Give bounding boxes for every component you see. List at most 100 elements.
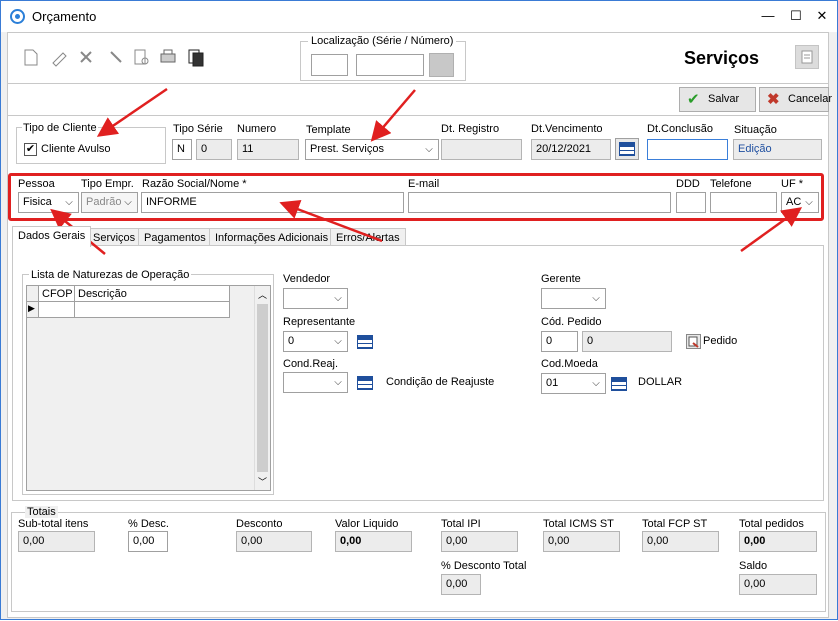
cod-pedido-input-a[interactable]: 0 [541,331,578,352]
cut-icon[interactable] [110,51,122,63]
cod-moeda-value: 01 [546,377,559,389]
saldo-label: Saldo [739,560,768,572]
template-select[interactable]: Prest. Serviços ⌵ [305,139,439,160]
naturezas-label: Lista de Naturezas de Operação [29,269,192,281]
dt-vencimento-input[interactable]: 20/12/2021 [531,139,611,160]
vendedor-label: Vendedor [283,273,331,285]
condicao-reajuste-text: Condição de Reajuste [386,376,495,388]
cod-pedido-label: Cód. Pedido [541,316,602,328]
print-icon[interactable] [160,49,176,63]
pct-desc-label: % Desc. [128,518,169,530]
settings-icon[interactable] [795,45,819,69]
total-ipi-input[interactable]: 0,00 [441,531,518,552]
app-icon [10,9,25,24]
toolbar-panel: Localização (Série / Número) Serviços [7,32,829,84]
cancel-label: Cancelar [788,93,833,105]
save-button[interactable]: ✔ Salvar [679,87,756,112]
toolbar-icons [24,49,204,67]
chevron-down-icon: ⌵ [334,293,342,304]
representante-value: 0 [288,335,295,347]
preview-icon[interactable] [134,49,149,65]
saldo-input[interactable]: 0,00 [739,574,817,595]
action-bar: ✔ Salvar ✖ Cancelar [7,84,833,116]
cliente-avulso-label: Cliente Avulso [41,143,111,155]
copy-icon[interactable] [188,49,204,67]
calendar-icon [619,142,635,156]
cliente-avulso-checkbox[interactable]: ✔ [24,143,37,156]
dt-registro-input[interactable] [441,139,522,160]
desconto-label: Desconto [236,518,283,530]
save-label: Salvar [708,93,740,105]
localizacao-serie-input[interactable] [311,54,348,76]
total-pedidos-label: Total pedidos [739,518,804,530]
scroll-up-icon[interactable]: ︿ [256,288,269,300]
dt-vencimento-label: Dt.Vencimento [531,123,603,135]
representante-select[interactable]: 0 ⌵ [283,331,348,352]
pct-desc-input[interactable]: 0,00 [128,531,168,552]
chevron-down-icon: ⌵ [334,336,342,347]
edit-icon[interactable] [52,52,67,67]
grid-cell-descricao[interactable] [75,302,230,318]
dt-conclusao-input[interactable] [647,139,728,160]
delete-icon[interactable] [80,51,92,63]
tab-erros-alertas[interactable]: Erros/Alertas [330,228,406,246]
total-icms-st-input[interactable]: 0,00 [543,531,620,552]
gerente-label: Gerente [541,273,581,285]
row-indicator-icon: ▶ [27,302,39,318]
tipo-serie-label: Tipo Série [173,123,223,135]
moeda-name: DOLLAR [638,376,683,388]
check-icon: ✔ [687,91,700,108]
cod-moeda-lookup-icon[interactable] [611,377,627,391]
scroll-thumb[interactable] [257,304,268,472]
grid-header-cfop[interactable]: CFOP [39,286,75,302]
close-button[interactable]: ✕ [812,7,832,25]
localizacao-numero-input[interactable] [356,54,424,76]
naturezas-grid[interactable]: CFOP Descrição ▶ ︿ ﹀ [26,285,271,491]
grid-header-descricao[interactable]: Descrição [75,286,230,302]
dt-conclusao-label: Dt.Conclusão [647,123,714,135]
pedido-label[interactable]: Pedido [703,335,737,347]
new-document-icon[interactable] [24,49,38,66]
desconto-input[interactable]: 0,00 [236,531,312,552]
grid-cell-cfop[interactable] [39,302,75,318]
cancel-button[interactable]: ✖ Cancelar [759,87,833,112]
grid-scrollbar[interactable]: ︿ ﹀ [254,286,270,490]
tipo-input[interactable]: N [172,139,192,160]
numero-input[interactable]: 11 [237,139,299,160]
tab-pagamentos[interactable]: Pagamentos [138,228,212,246]
gerente-select[interactable]: ⌵ [541,288,606,309]
minimize-button[interactable]: — [758,7,778,25]
chevron-down-icon: ⌵ [334,377,342,388]
totais-label: Totais [25,506,58,518]
pct-desc-total-input[interactable]: 0,00 [441,574,481,595]
total-pedidos-input[interactable]: 0,00 [739,531,817,552]
total-icms-st-label: Total ICMS ST [543,518,614,530]
localizar-button[interactable] [429,53,454,77]
serie-input[interactable]: 0 [196,139,232,160]
scroll-down-icon[interactable]: ﹀ [256,475,269,487]
cond-reaj-select[interactable]: ⌵ [283,372,348,393]
maximize-button[interactable]: ☐ [786,7,806,25]
tab-informacoes-adicionais[interactable]: Informações Adicionais [209,228,335,246]
vendedor-select[interactable]: ⌵ [283,288,348,309]
total-ipi-label: Total IPI [441,518,481,530]
total-fcp-st-input[interactable]: 0,00 [642,531,719,552]
tab-servicos[interactable]: Serviços [87,228,142,246]
cod-moeda-select[interactable]: 01 ⌵ [541,373,606,394]
cod-pedido-input-b[interactable]: 0 [582,331,672,352]
cond-reaj-lookup-icon[interactable] [357,376,373,390]
representante-lookup-icon[interactable] [357,335,373,349]
grid-corner [27,286,39,302]
cod-moeda-label: Cod.Moeda [541,358,598,370]
total-fcp-st-label: Total FCP ST [642,518,708,530]
pedido-icon[interactable] [686,334,701,349]
calendar-button[interactable] [615,138,639,160]
highlight-box [8,173,824,221]
tab-dados-gerais[interactable]: Dados Gerais [12,226,92,247]
valor-liquido-input[interactable]: 0,00 [335,531,412,552]
situacao-input[interactable]: Edição [733,139,822,160]
template-label: Template [306,124,351,136]
representante-label: Representante [283,316,356,328]
subtotal-input[interactable]: 0,00 [18,531,95,552]
window-title: Orçamento [32,9,97,24]
